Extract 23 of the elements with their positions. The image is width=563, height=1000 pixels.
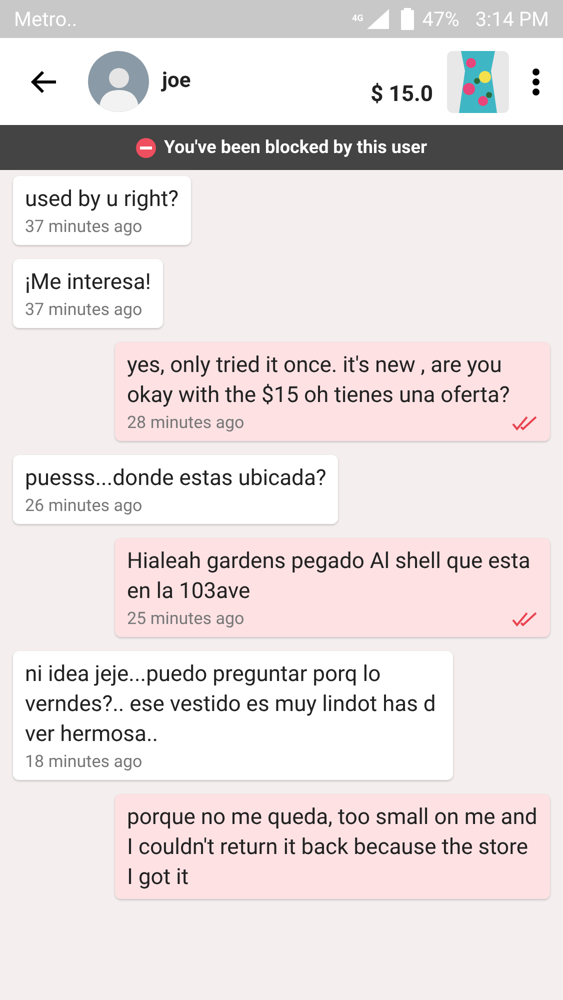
message-time: 37 minutes ago bbox=[25, 216, 142, 239]
more-options-icon bbox=[532, 68, 540, 96]
blocked-message: You've been blocked by this user bbox=[164, 136, 428, 160]
message-time: 28 minutes ago bbox=[127, 412, 244, 435]
battery-icon bbox=[401, 8, 414, 30]
message-text: ¡Me interesa! bbox=[25, 269, 151, 297]
message-text: porque no me queda, too small on me and I couldn't return it back because the store I got it bbox=[127, 804, 538, 892]
double-check-icon bbox=[512, 611, 538, 627]
blocked-icon bbox=[136, 138, 156, 158]
message-time: 18 minutes ago bbox=[25, 751, 142, 774]
message-text: yes, only tried it once. it's new , are you okay with the $15 oh tienes una oferta? bbox=[127, 352, 511, 410]
user-name: joe bbox=[162, 68, 191, 95]
signal-icon bbox=[367, 9, 390, 29]
message-text: Hialeah gardens pegado Al shell que esta en la 103ave bbox=[127, 548, 532, 606]
message-time: 37 minutes ago bbox=[25, 299, 142, 322]
message-text: ni idea jeje...puedo preguntar porq lo verndes?.. ese vestido es muy lindot has d ver hermosa.. bbox=[25, 661, 437, 749]
item-price: $ 15.0 bbox=[370, 81, 433, 109]
message-time: 26 minutes ago bbox=[25, 495, 142, 518]
message-text: puesss...donde estas ubicada? bbox=[25, 465, 326, 493]
back-arrow-icon bbox=[30, 70, 58, 94]
double-check-icon bbox=[512, 415, 538, 431]
message-time: 25 minutes ago bbox=[127, 608, 244, 631]
message-text: used by u right? bbox=[25, 186, 179, 214]
